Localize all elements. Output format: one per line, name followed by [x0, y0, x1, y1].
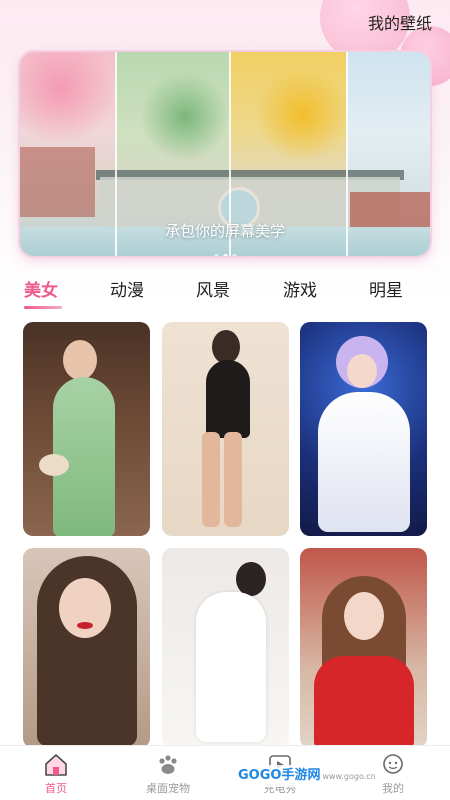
wallpaper-card[interactable] [300, 548, 427, 748]
portrait-lips [77, 622, 93, 629]
pavilion-illustration [20, 147, 95, 217]
nav-label: 首页 [45, 782, 67, 795]
page-title: 我的壁纸 [367, 14, 432, 33]
carousel-dot[interactable] [213, 254, 219, 256]
portrait-figure [318, 392, 410, 532]
category-tabs: 美女 动漫 风景 游戏 明星 [0, 276, 450, 312]
handbag-shape [39, 454, 69, 476]
wallpaper-card[interactable] [23, 548, 150, 748]
tab-stars[interactable]: 明星 [369, 276, 403, 301]
banner-carousel[interactable]: 承包你的屏幕美学 [18, 50, 432, 258]
watermark-text: GOGO手游网 [238, 768, 321, 783]
nav-label: 桌面宠物 [146, 782, 190, 795]
carousel-dot[interactable] [231, 254, 237, 256]
banner-caption: 承包你的屏幕美学 [164, 222, 285, 240]
wallpaper-card[interactable] [162, 322, 289, 536]
paw-icon [159, 755, 177, 774]
portrait-head [236, 562, 266, 596]
home-icon [45, 754, 67, 776]
tree-illustration [255, 67, 350, 162]
portrait-head [59, 578, 111, 638]
tree-illustration [140, 72, 230, 162]
tab-anime[interactable]: 动漫 [110, 276, 144, 301]
portrait-leg [202, 432, 220, 527]
wallpaper-card[interactable] [300, 322, 427, 536]
bottom-navigation: 首页 桌面宠物 充电秀 我的 [0, 745, 450, 800]
portrait-head [212, 330, 240, 364]
cherry-blossom-illustration [20, 52, 120, 142]
portrait-figure [196, 592, 266, 742]
carousel-dots [20, 244, 430, 256]
portrait-head [344, 592, 384, 640]
portrait-figure [206, 360, 250, 438]
tab-beauty[interactable]: 美女 [24, 276, 58, 301]
portrait-head [63, 340, 97, 380]
nav-desktop-pet[interactable]: 桌面宠物 [128, 752, 208, 796]
tab-games[interactable]: 游戏 [283, 276, 317, 301]
tab-scenery[interactable]: 风景 [196, 276, 230, 301]
profile-icon [383, 754, 403, 774]
wallpaper-card[interactable] [162, 548, 289, 748]
carousel-dot-active[interactable] [222, 254, 228, 256]
active-tab-indicator [24, 306, 62, 309]
watermark-logo: GOGO手游网 www.gogo.cn [232, 765, 382, 787]
nav-home[interactable]: 首页 [16, 752, 96, 796]
portrait-leg [224, 432, 242, 527]
wallpaper-card[interactable] [23, 322, 150, 536]
watermark-subtext: www.gogo.cn [322, 772, 376, 781]
header: 我的壁纸 [0, 0, 450, 40]
portrait-head [347, 354, 377, 388]
portrait-figure [314, 656, 414, 748]
